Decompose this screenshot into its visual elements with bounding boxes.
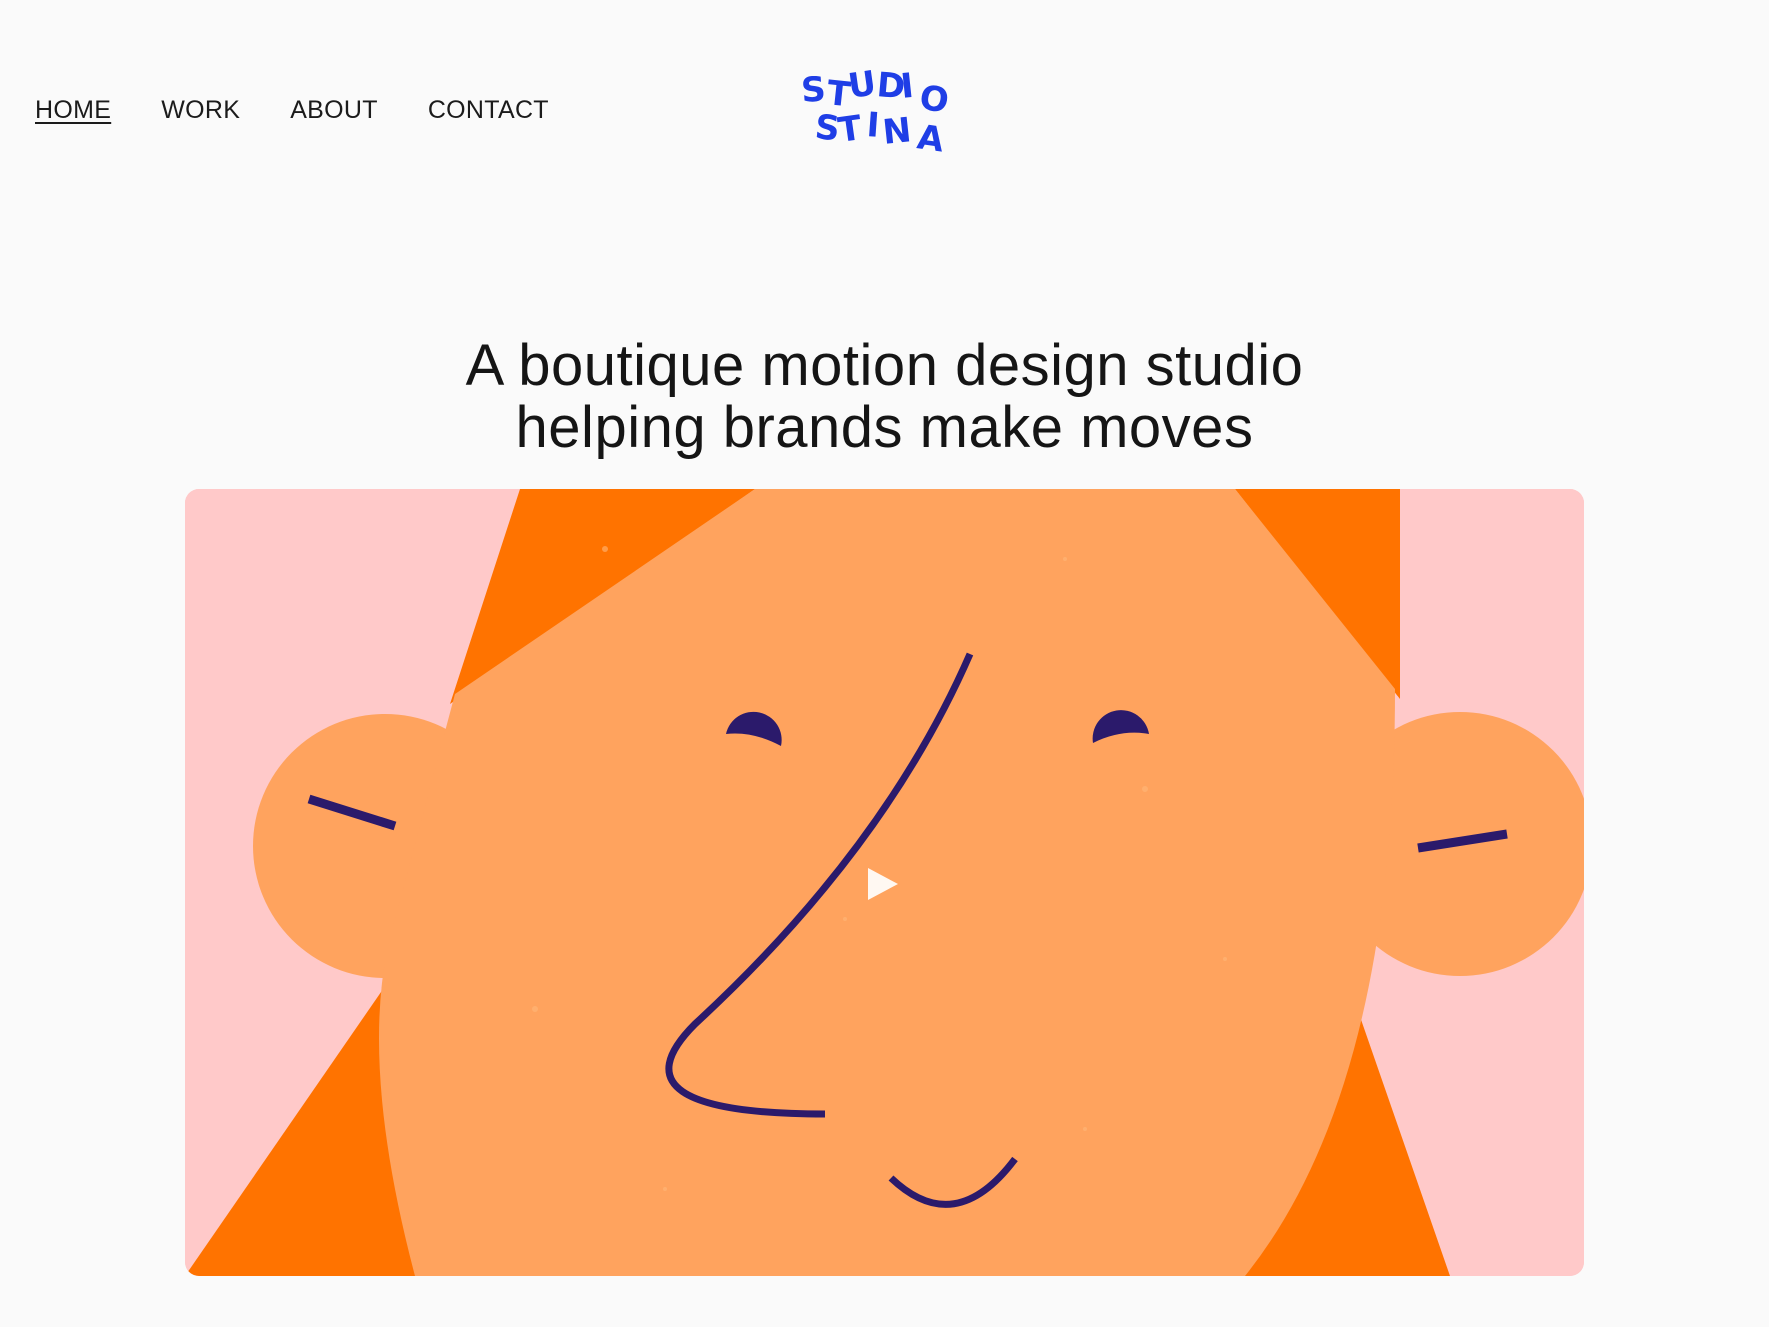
svg-text:U: U: [846, 64, 879, 107]
play-icon[interactable]: [864, 866, 900, 902]
main-nav: HOME WORK ABOUT CONTACT: [35, 96, 599, 125]
hero-headline: A boutique motion design studio helping …: [0, 332, 1769, 460]
svg-text:A: A: [915, 117, 947, 154]
nav-contact[interactable]: CONTACT: [428, 96, 549, 125]
headline-line-2: helping brands make moves: [515, 394, 1254, 460]
nav-about[interactable]: ABOUT: [290, 96, 378, 125]
page: HOME WORK ABOUT CONTACT S T U D I O S T …: [0, 0, 1769, 1327]
logo-graphic: S T U D I O S T I N A: [800, 63, 952, 160]
headline-line-1: A boutique motion design studio: [465, 332, 1304, 398]
svg-text:S: S: [800, 69, 827, 111]
svg-text:N: N: [881, 110, 913, 153]
svg-text:I: I: [865, 105, 880, 146]
studio-logo[interactable]: S T U D I O S T I N A: [800, 63, 962, 160]
svg-text:O: O: [916, 77, 951, 121]
svg-text:T: T: [836, 108, 865, 151]
nav-home[interactable]: HOME: [35, 96, 111, 125]
nav-work[interactable]: WORK: [161, 96, 240, 125]
